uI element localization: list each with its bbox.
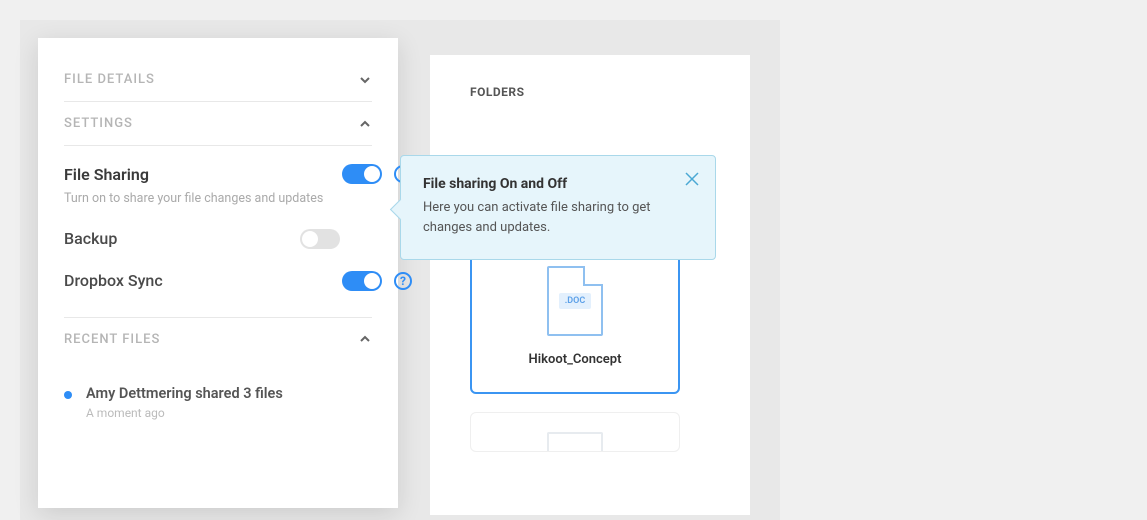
tooltip-title: File sharing On and Off — [423, 176, 693, 192]
chevron-up-icon — [358, 332, 372, 346]
folder-card-selected[interactable]: .DOC Hikoot_Concept — [470, 239, 680, 394]
activity-item[interactable]: Amy Dettmering shared 3 files A moment a… — [64, 385, 372, 420]
folders-heading: FOLDERS — [470, 85, 710, 99]
activity-dot-icon — [64, 391, 72, 399]
setting-dropbox-sync: Dropbox Sync ? — [64, 271, 412, 291]
folder-name: Hikoot_Concept — [529, 352, 622, 367]
chevron-up-icon — [358, 117, 372, 131]
toggle-file-sharing[interactable] — [342, 164, 382, 184]
section-recent-files[interactable]: RECENT FILES — [64, 318, 372, 361]
content-panel: FOLDERS .DOC Hikoot_Concept — [430, 55, 750, 515]
setting-label: Dropbox Sync — [64, 271, 330, 290]
activity-text: Amy Dettmering shared 3 files — [86, 385, 283, 402]
file-ext-badge: .DOC — [559, 293, 592, 309]
close-icon[interactable] — [683, 170, 701, 188]
activity-time: A moment ago — [86, 406, 283, 420]
toggle-backup[interactable] — [300, 229, 340, 249]
chevron-down-icon — [358, 73, 372, 87]
settings-body: File Sharing ? Turn on to share your fil… — [64, 146, 372, 318]
help-tooltip: File sharing On and Off Here you can act… — [400, 155, 716, 260]
setting-label: Backup — [64, 229, 288, 248]
folder-card[interactable] — [470, 412, 680, 452]
document-icon — [547, 432, 603, 452]
setting-backup: Backup — [64, 229, 372, 249]
toggle-dropbox-sync[interactable] — [342, 271, 382, 291]
document-icon: .DOC — [547, 266, 603, 336]
tooltip-body: Here you can activate file sharing to ge… — [423, 198, 663, 237]
section-settings[interactable]: SETTINGS — [64, 102, 372, 146]
section-title: FILE DETAILS — [64, 72, 155, 87]
setting-file-sharing: File Sharing ? — [64, 164, 412, 184]
section-file-details[interactable]: FILE DETAILS — [64, 66, 372, 102]
section-title: RECENT FILES — [64, 332, 160, 347]
section-title: SETTINGS — [64, 116, 133, 131]
help-icon[interactable]: ? — [394, 272, 412, 290]
recent-files-body: Amy Dettmering shared 3 files A moment a… — [64, 361, 372, 420]
setting-description: Turn on to share your file changes and u… — [64, 190, 324, 209]
sidebar-panel: FILE DETAILS SETTINGS File Sharing ? Tur… — [38, 38, 398, 508]
setting-label: File Sharing — [64, 165, 330, 184]
